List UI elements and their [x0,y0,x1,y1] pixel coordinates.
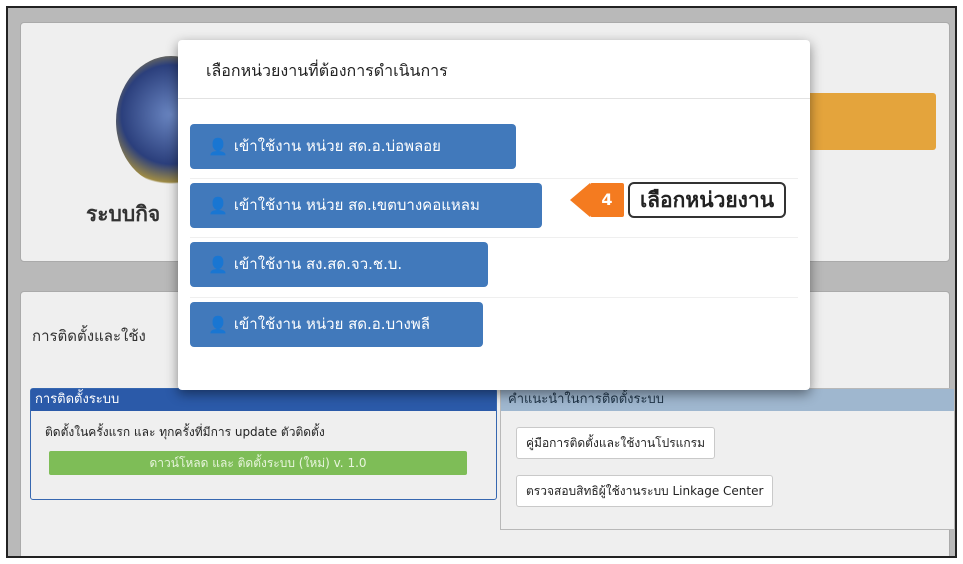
unit-button-label: เข้าใช้งาน หน่วย สด.อ.บางพลี [233,315,430,333]
user-icon: 👤 [208,137,228,156]
unit-button-bo-ploi[interactable]: 👤 เข้าใช้งาน หน่วย สด.อ.บ่อพลอย [190,124,516,169]
modal-divider [190,178,798,179]
unit-button-label: เข้าใช้งาน หน่วย สด.เขตบางคอแหลม [233,196,480,214]
header-banner [806,93,936,150]
manual-button[interactable]: คู่มือการติดตั้งและใช้งานโปรแกรม [516,427,716,459]
step-callout: 4 เลือกหน่วยงาน [570,182,787,218]
callout-label: เลือกหน่วยงาน [628,182,787,218]
screenshot-frame: ระบบกิจ การติดตั้งและใช้ง การติดตั้งระบบ… [6,6,957,558]
modal-divider [178,98,810,99]
install-system-header: การติดตั้งระบบ [31,389,496,411]
unit-button-bang-phli[interactable]: 👤 เข้าใช้งาน หน่วย สด.อ.บางพลี [190,302,483,347]
install-advice-header: คำแนะนำในการติดตั้งระบบ [501,389,954,411]
unit-button-chonburi-office[interactable]: 👤 เข้าใช้งาน สง.สด.จว.ช.บ. [190,242,488,287]
user-icon: 👤 [208,196,228,215]
check-rights-button[interactable]: ตรวจสอบสิทธิผู้ใช้งานระบบ Linkage Center [516,475,774,507]
step-number-badge: 4 [590,183,624,217]
install-description: ติดตั้งในครั้งแรก และ ทุกครั้งที่มีการ u… [45,425,325,439]
user-icon: 👤 [208,315,228,334]
left-arrow-icon [570,183,590,217]
user-icon: 👤 [208,255,228,274]
section-title: การติดตั้งและใช้ง [32,327,146,345]
unit-button-label: เข้าใช้งาน หน่วย สด.อ.บ่อพลอย [233,137,441,155]
unit-button-label: เข้าใช้งาน สง.สด.จว.ช.บ. [233,255,403,273]
modal-divider [190,297,798,298]
modal-title: เลือกหน่วยงานที่ต้องการดำเนินการ [206,61,448,80]
modal-divider [190,237,798,238]
system-title: ระบบกิจ [86,202,161,226]
install-system-box: การติดตั้งระบบ ติดตั้งในครั้งแรก และ ทุก… [30,388,497,500]
install-advice-box: คำแนะนำในการติดตั้งระบบ คู่มือการติดตั้ง… [500,388,955,530]
download-install-button[interactable]: ดาวน์โหลด และ ติดตั้งระบบ (ใหม่) v. 1.0 [49,451,467,475]
unit-button-bang-kho-laem[interactable]: 👤 เข้าใช้งาน หน่วย สด.เขตบางคอแหลม [190,183,542,228]
